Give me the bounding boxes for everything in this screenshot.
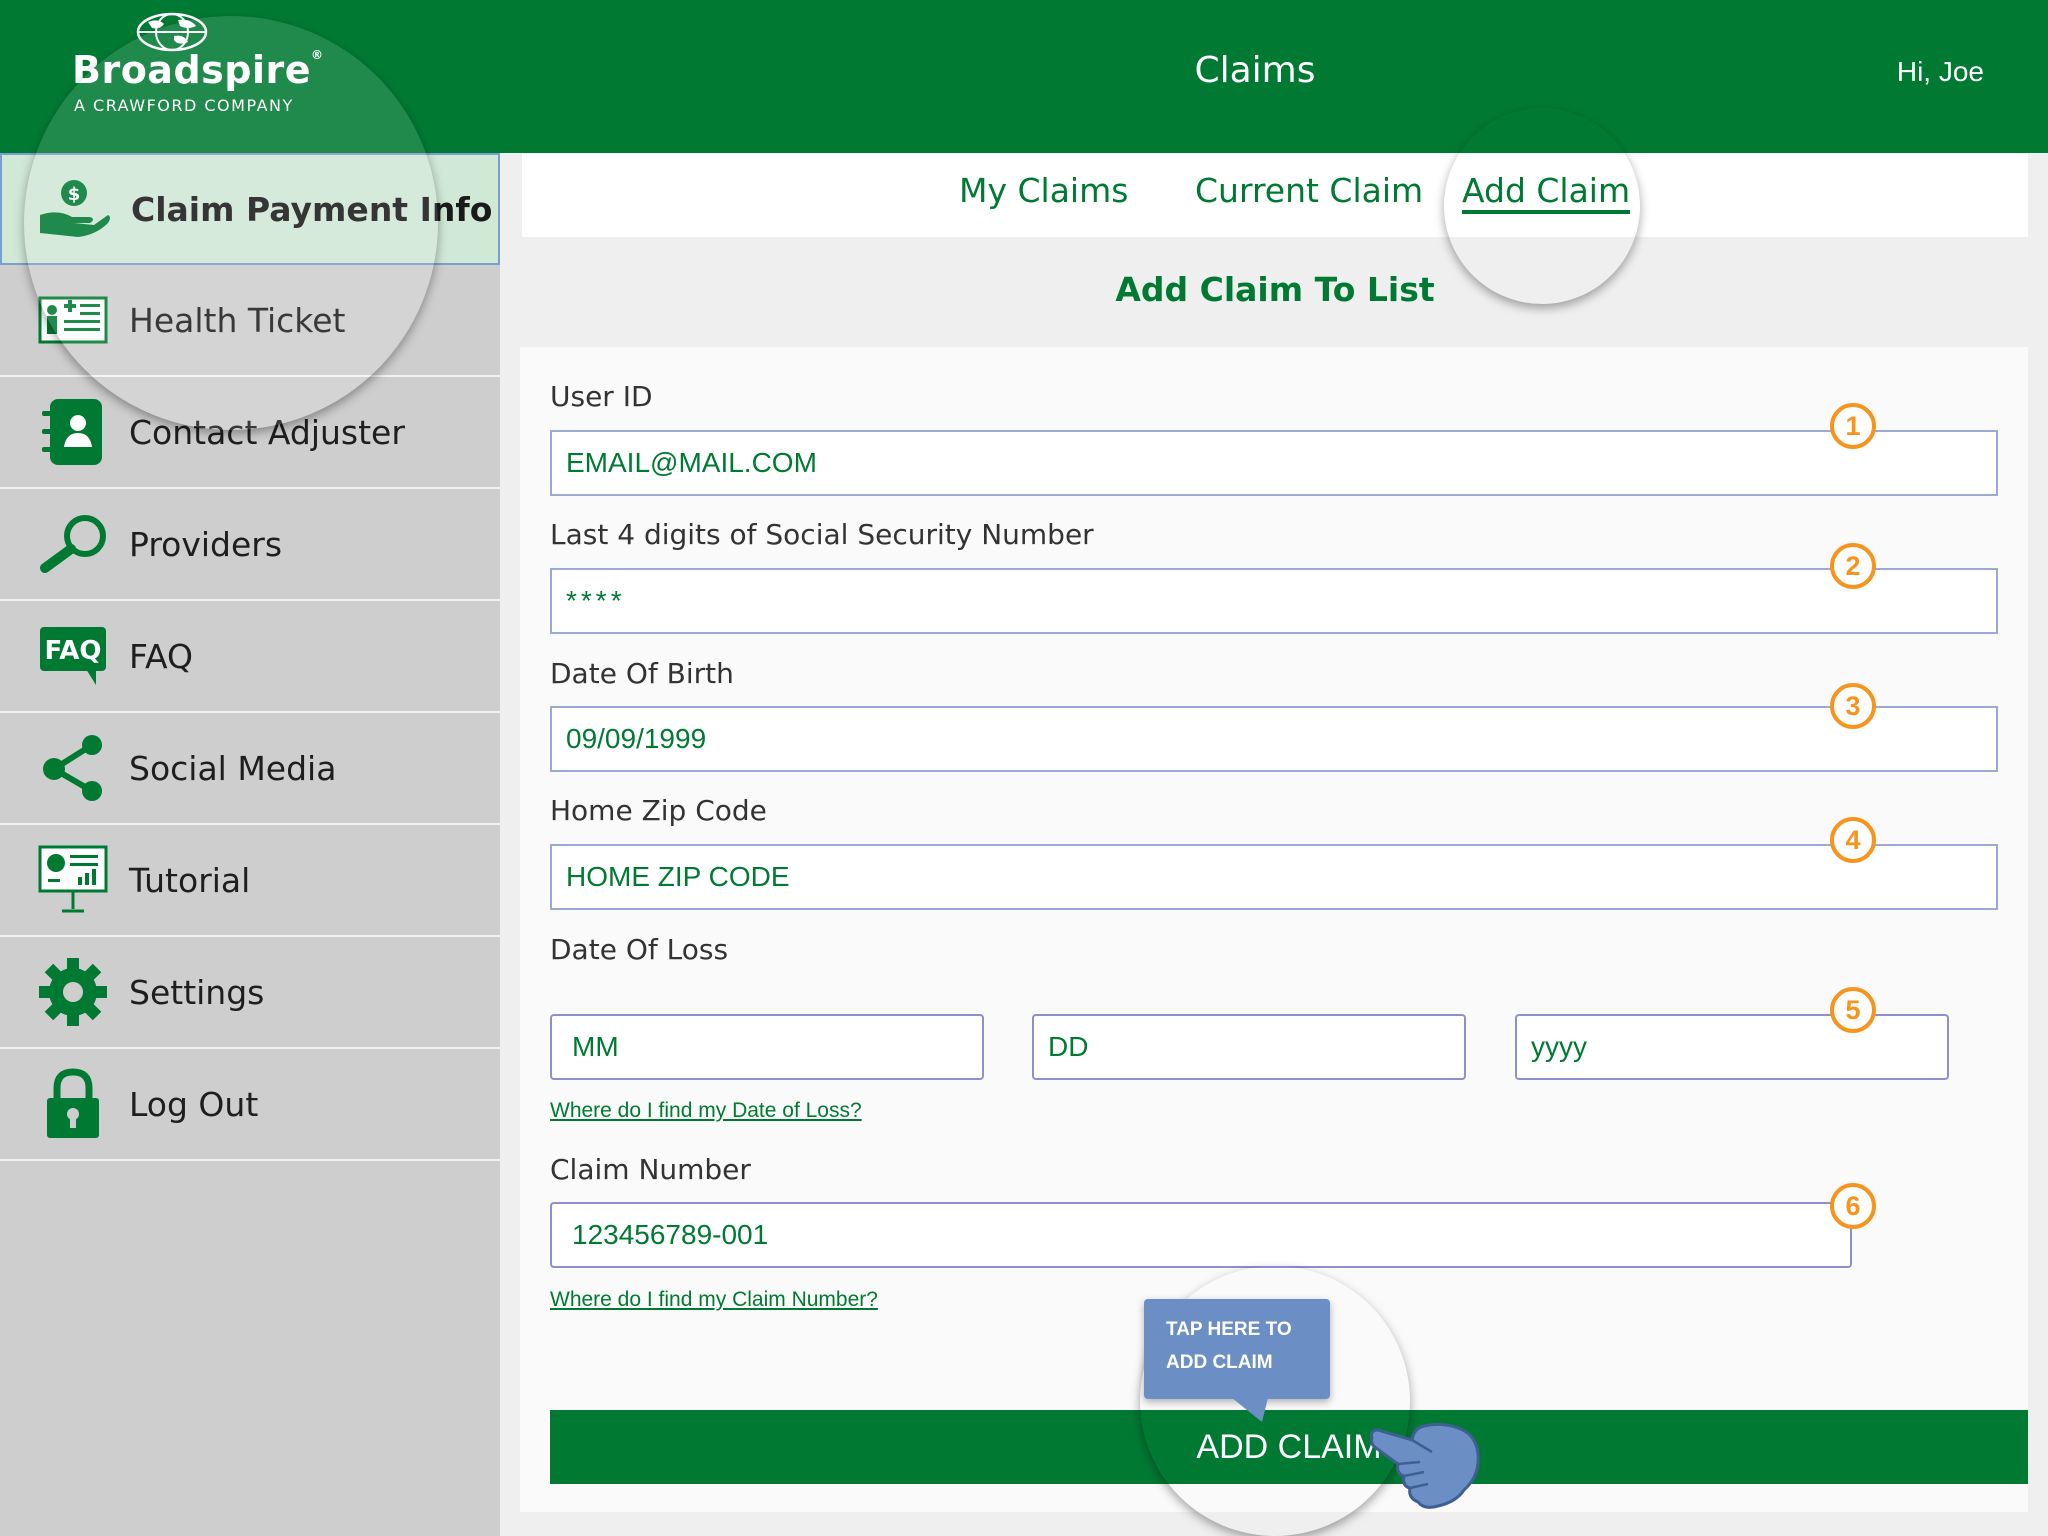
user-id-field[interactable]: EMAIL@MAIL.COM (550, 430, 1998, 496)
sidebar-item-claim-payment-info[interactable]: $ Claim Payment Info (0, 153, 500, 265)
sidebar-item-health-ticket[interactable]: Health Ticket (0, 265, 500, 377)
app-header: Broadspire® A CRAWFORD COMPANY Claims Hi… (0, 0, 2048, 153)
sidebar: $ Claim Payment Info Health Ticket Conta… (0, 153, 500, 1536)
sidebar-item-label: Providers (129, 524, 283, 564)
sidebar-item-label: Settings (129, 972, 265, 1012)
tab-bar: My Claims Current Claim Add Claim (522, 153, 2028, 237)
date-of-loss-label: Date Of Loss (550, 933, 729, 966)
add-claim-button-label: ADD CLAIM (1196, 1427, 1382, 1466)
pointing-hand-icon (1370, 1422, 1480, 1509)
magnifier-icon (36, 507, 110, 581)
sidebar-item-label: Social Media (129, 748, 337, 788)
claim-number-field[interactable]: 123456789-001 (550, 1202, 1852, 1268)
step-marker-5: 5 (1830, 987, 1876, 1033)
zip-label: Home Zip Code (550, 794, 767, 827)
tooltip-line-2: ADD CLAIM (1166, 1352, 1273, 1373)
zip-field[interactable]: HOME ZIP CODE (550, 844, 1998, 910)
step-marker-4: 4 (1830, 817, 1876, 863)
loss-month-placeholder: MM (572, 1031, 619, 1062)
address-book-icon (36, 395, 110, 469)
sidebar-item-label: Health Ticket (129, 300, 346, 340)
svg-text:$: $ (68, 184, 81, 205)
ssn-label: Last 4 digits of Social Security Number (550, 518, 1094, 551)
sidebar-item-faq[interactable]: FAQ FAQ (0, 601, 500, 713)
loss-year-field[interactable]: yyyy (1515, 1014, 1949, 1080)
step-marker-6: 6 (1830, 1183, 1876, 1229)
sidebar-item-providers[interactable]: Providers (0, 489, 500, 601)
faq-bubble-icon: FAQ (36, 619, 110, 693)
user-id-label: User ID (550, 380, 653, 413)
hand-money-icon: $ (38, 172, 112, 246)
broadspire-logo: Broadspire® A CRAWFORD COMPANY (72, 12, 323, 122)
loss-year-placeholder: yyyy (1531, 1031, 1587, 1062)
brand-name: Broadspire (72, 48, 312, 92)
page-title: Claims (1194, 50, 1316, 91)
tooltip-tail (1232, 1398, 1268, 1422)
step-marker-1: 1 (1830, 403, 1876, 449)
claim-number-value: 123456789-001 (572, 1219, 769, 1250)
sidebar-item-label: Claim Payment Info (131, 189, 493, 229)
user-greeting: Hi, Joe (1896, 56, 1984, 87)
add-claim-button[interactable]: ADD CLAIM (550, 1410, 2028, 1484)
sidebar-item-label: Tutorial (129, 860, 251, 900)
health-card-icon (36, 283, 110, 357)
presentation-board-icon (36, 843, 110, 917)
dob-label: Date Of Birth (550, 657, 734, 690)
date-of-loss-help-link[interactable]: Where do I find my Date of Loss? (550, 1099, 862, 1123)
trademark-mark: ® (311, 48, 324, 62)
loss-day-placeholder: DD (1048, 1031, 1089, 1062)
faq-icon-text: FAQ (44, 636, 101, 666)
claim-number-help-link[interactable]: Where do I find my Claim Number? (550, 1288, 878, 1312)
padlock-icon (36, 1067, 110, 1141)
ssn-field[interactable]: **** (550, 568, 1998, 634)
zip-value: HOME ZIP CODE (566, 861, 790, 892)
dob-value: 09/09/1999 (566, 723, 707, 754)
tap-here-tooltip: TAP HERE TO ADD CLAIM (1144, 1299, 1330, 1399)
step-marker-3: 3 (1830, 683, 1876, 729)
globe-icon (136, 12, 208, 52)
tooltip-line-1: TAP HERE TO (1166, 1319, 1292, 1340)
sidebar-item-tutorial[interactable]: Tutorial (0, 825, 500, 937)
dob-field[interactable]: 09/09/1999 (550, 706, 1998, 772)
step-marker-2: 2 (1830, 543, 1876, 589)
sidebar-item-social-media[interactable]: Social Media (0, 713, 500, 825)
sidebar-item-label: FAQ (129, 636, 193, 676)
tab-my-claims[interactable]: My Claims (959, 171, 1128, 210)
sidebar-item-contact-adjuster[interactable]: Contact Adjuster (0, 377, 500, 489)
tab-add-claim[interactable]: Add Claim (1462, 171, 1631, 214)
sidebar-item-log-out[interactable]: Log Out (0, 1049, 500, 1161)
loss-day-field[interactable]: DD (1032, 1014, 1466, 1080)
sidebar-item-settings[interactable]: Settings (0, 937, 500, 1049)
user-id-value: EMAIL@MAIL.COM (566, 447, 817, 478)
gear-icon (36, 955, 110, 1029)
claim-number-label: Claim Number (550, 1153, 751, 1186)
form-title: Add Claim To List (1115, 270, 1435, 309)
sidebar-item-label: Log Out (129, 1084, 259, 1124)
tab-current-claim[interactable]: Current Claim (1195, 171, 1423, 210)
loss-month-field[interactable]: MM (550, 1014, 984, 1080)
share-icon (36, 731, 110, 805)
sidebar-item-label: Contact Adjuster (129, 412, 405, 452)
ssn-value: **** (566, 585, 626, 616)
brand-subtitle: A CRAWFORD COMPANY (74, 96, 294, 115)
